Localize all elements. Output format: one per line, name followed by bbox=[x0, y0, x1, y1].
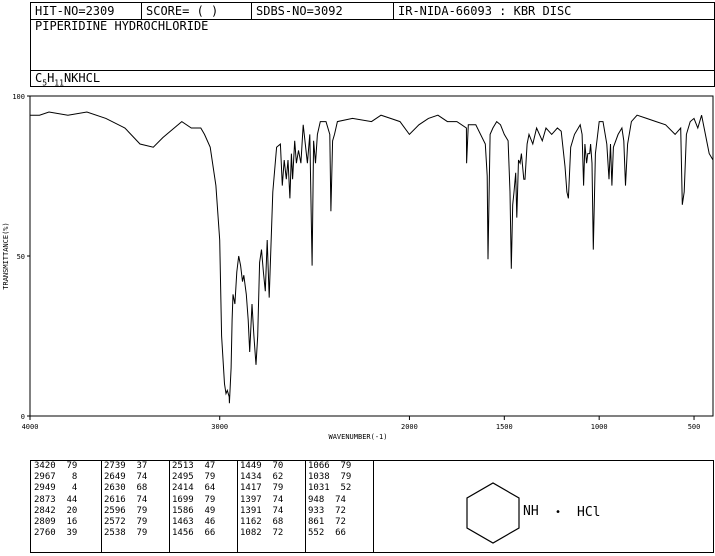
peak-table-cell: 1449 70 bbox=[240, 461, 284, 471]
x-tick-label: 500 bbox=[688, 423, 701, 431]
peak-table-cell: 2873 44 bbox=[34, 494, 78, 505]
peak-table-cell: 1066 79 bbox=[308, 461, 352, 471]
ir-spectrum-chart: 4000 3000 2000 1500 1000 500 0 50 100 WAVENUMBER… bbox=[2, 93, 714, 441]
x-tick-label: 1000 bbox=[591, 423, 608, 431]
compound-name-box: PIPERIDINE HYDROCHLORIDE bbox=[30, 18, 715, 71]
score: SCORE= ( ) bbox=[146, 4, 219, 18]
peak-table-cell: 2630 68 bbox=[104, 483, 148, 494]
salt-dot: • bbox=[555, 507, 561, 518]
spectrum-line bbox=[30, 111, 714, 404]
hit-number: HIT-NO=2309 bbox=[35, 4, 115, 18]
peak-table-cell: 2967 8 bbox=[34, 472, 78, 483]
peak-table-cell: 1456 66 bbox=[172, 528, 216, 539]
ir-code: IR-NIDA-66093 : KBR DISC bbox=[398, 4, 572, 18]
peak-table-cell: 2809 16 bbox=[34, 517, 78, 528]
peak-table-cell: 1038 79 bbox=[308, 472, 352, 483]
piperidine-structure-drawing: NH • HCl bbox=[466, 482, 600, 544]
peak-table-cell: 2495 79 bbox=[172, 472, 216, 483]
y-tick-label: 50 bbox=[17, 253, 25, 261]
peak-table-cell: 861 72 bbox=[308, 517, 346, 528]
peak-table-cell: 1434 62 bbox=[240, 472, 284, 483]
peak-table-cell: 3420 79 bbox=[34, 461, 78, 471]
peak-table-cell: 1699 79 bbox=[172, 494, 216, 505]
x-tick-label: 1500 bbox=[496, 423, 513, 431]
peak-table-cell: 2572 79 bbox=[104, 517, 148, 528]
hcl-label: HCl bbox=[577, 505, 600, 520]
peak-table-cell: 1586 49 bbox=[172, 505, 216, 516]
peak-table-cell: 2414 64 bbox=[172, 483, 216, 494]
piperidine-ring bbox=[466, 482, 520, 544]
peak-table-column: 1066 79 1038 79 1031 52 948 74 933 72 861 72 5… bbox=[305, 461, 373, 552]
peak-table-cell: 2739 37 bbox=[104, 461, 148, 471]
peak-table-cell: 933 72 bbox=[308, 505, 346, 516]
x-tick-label: 4000 bbox=[22, 423, 39, 431]
y-axis-label: TRANSMITTANCE(%) bbox=[2, 222, 10, 289]
peak-table-cell: 2596 79 bbox=[104, 505, 148, 516]
peak-table-cell: 2513 47 bbox=[172, 461, 216, 471]
peak-table: 3420 79 2967 8 2949 4 2873 44 2842 20 2809 16… bbox=[30, 460, 374, 553]
peak-table-cell: 1082 72 bbox=[240, 528, 284, 539]
x-tick-label: 2000 bbox=[401, 423, 418, 431]
peak-table-column: 2739 37 2649 74 2630 68 2616 74 2596 79 2572 … bbox=[101, 461, 170, 552]
peak-table-cell: 2949 4 bbox=[34, 483, 78, 494]
peak-table-cell: 1463 46 bbox=[172, 517, 216, 528]
peak-table-cell: 1417 79 bbox=[240, 483, 284, 494]
peak-table-cell: 1397 74 bbox=[240, 494, 284, 505]
peak-table-cell: 2842 20 bbox=[34, 505, 78, 516]
peak-table-cell: 2616 74 bbox=[104, 494, 148, 505]
y-tick-label: 100 bbox=[12, 93, 25, 101]
peak-table-cell: 1391 74 bbox=[240, 505, 284, 516]
peak-table-column: 2513 47 2495 79 2414 64 1699 79 1586 49 1463 … bbox=[169, 461, 238, 552]
peak-table-cell: 1162 68 bbox=[240, 517, 284, 528]
peak-table-cell: 2538 79 bbox=[104, 528, 148, 539]
peak-table-cell: 1031 52 bbox=[308, 483, 352, 494]
peak-table-cell: 948 74 bbox=[308, 494, 346, 505]
structure-panel: NH • HCl bbox=[372, 460, 714, 553]
compound-name: PIPERIDINE HYDROCHLORIDE bbox=[35, 19, 209, 33]
x-tick-label: 3000 bbox=[211, 423, 228, 431]
sdbs-number: SDBS-NO=3092 bbox=[256, 4, 343, 18]
peak-table-column: 1449 70 1434 62 1417 79 1397 74 1391 74 1162 … bbox=[237, 461, 306, 552]
peak-table-cell: 552 66 bbox=[308, 528, 346, 539]
y-tick-label: 0 bbox=[21, 413, 25, 421]
x-axis-label: WAVENUMBER(-1) bbox=[328, 433, 387, 441]
peak-table-cell: 2649 74 bbox=[104, 472, 148, 483]
peak-table-cell: 2760 39 bbox=[34, 528, 78, 539]
peak-table-column: 3420 79 2967 8 2949 4 2873 44 2842 20 2809 16… bbox=[31, 461, 102, 552]
formula-box: C5H11NKHCL bbox=[30, 70, 715, 87]
nh-label: NH bbox=[523, 504, 539, 519]
